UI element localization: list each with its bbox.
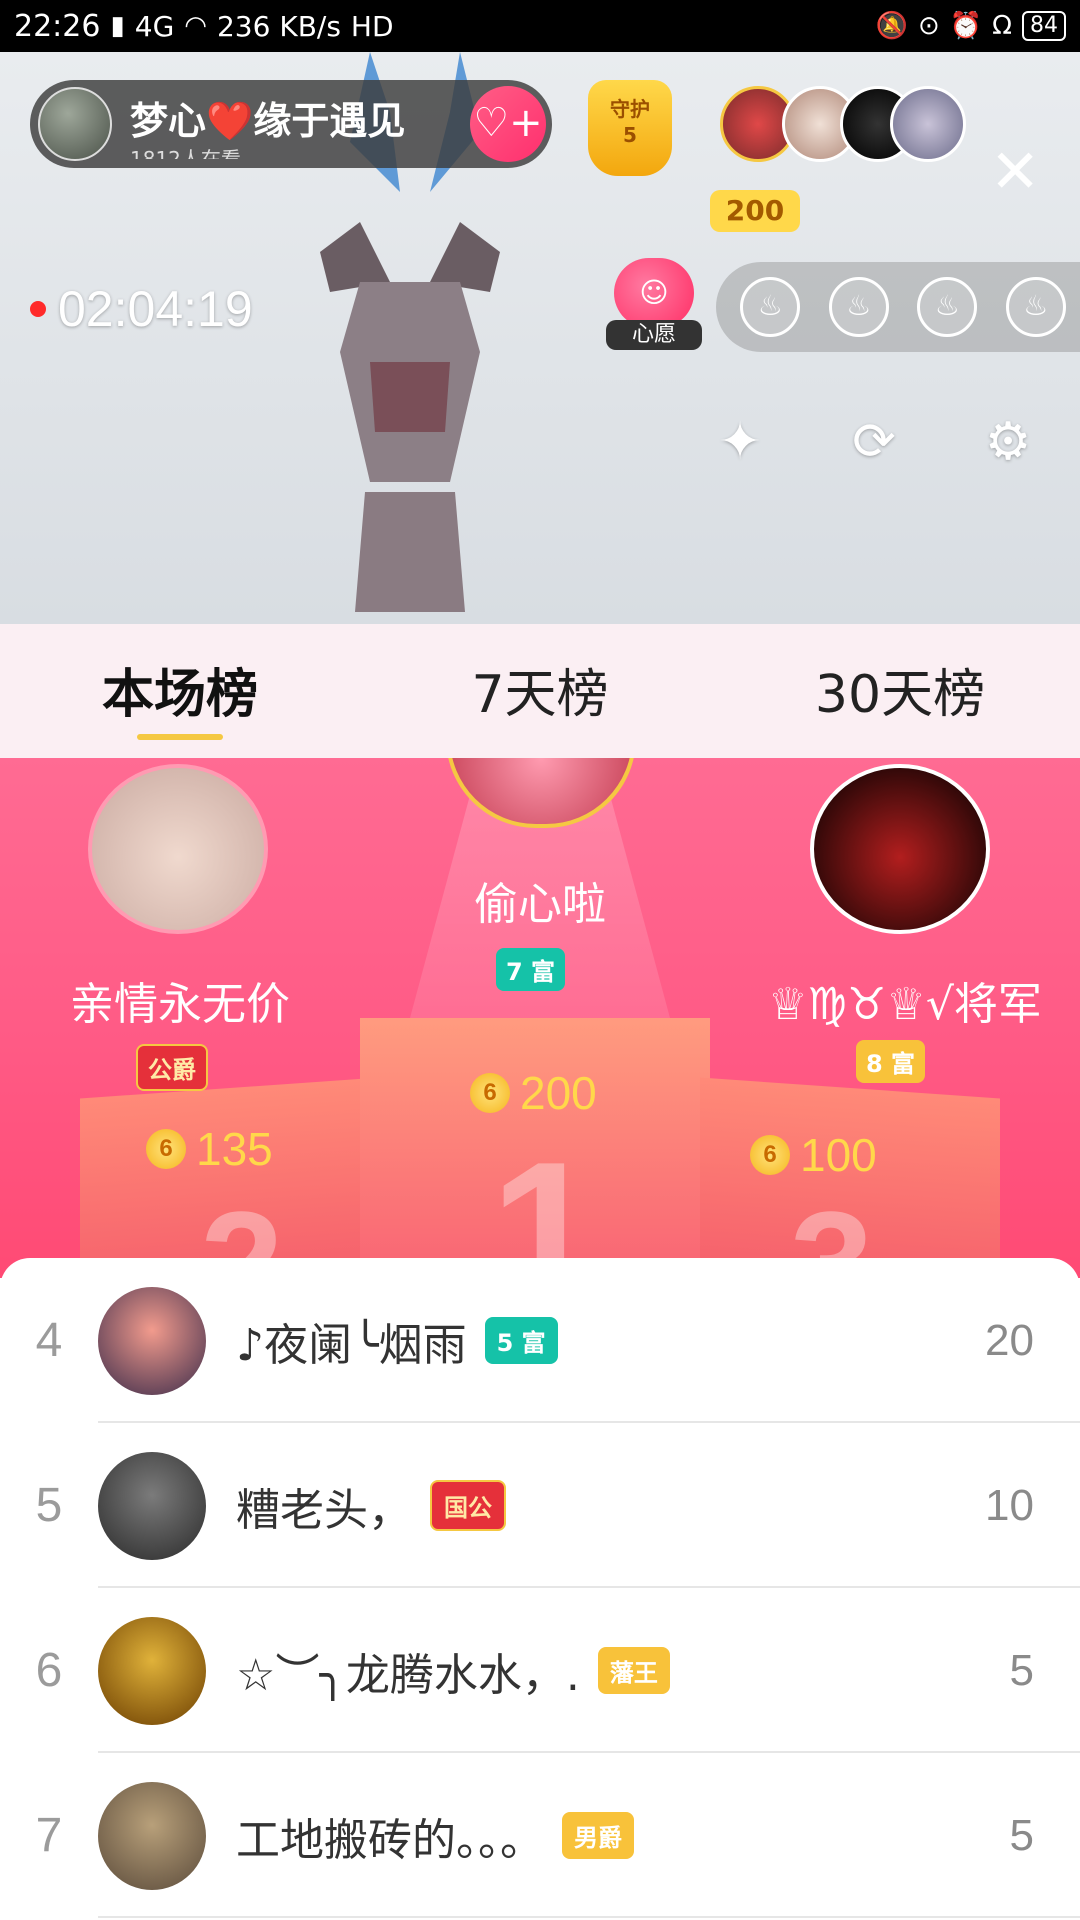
wish-button[interactable]: ☺ 心愿 <box>606 258 702 354</box>
heart-icon: ☺ <box>614 258 694 328</box>
user-avatar[interactable] <box>98 1451 206 1560</box>
viewer-count: 1812人在看 <box>130 146 241 159</box>
wish-label: 心愿 <box>606 320 702 350</box>
rank-number: 4 <box>35 1314 63 1367</box>
rank-number: 5 <box>35 1479 63 1532</box>
rank-number: 7 <box>35 1809 63 1862</box>
coin-icon: 6 <box>470 1073 510 1113</box>
podium-name-second: 亲情永无价 <box>70 979 290 1030</box>
host-info-pill[interactable]: 梦心❤️缘于遇见 1812人在看 ♡+ <box>30 80 552 168</box>
hd-icon: HD <box>350 9 394 43</box>
podium-tag-second: 公爵 <box>136 1044 208 1091</box>
user-name: ☆︶╮龙腾水水，. <box>236 1649 580 1701</box>
contribution-score: 10 <box>985 1480 1034 1530</box>
podium-avatar-second[interactable] <box>88 764 268 934</box>
guard-badge[interactable]: 守护 5 <box>588 80 672 176</box>
list-item[interactable]: 5 糟老头， 国公 10 <box>0 1423 1080 1588</box>
list-item[interactable]: 6 ☆︶╮龙腾水水，. 藩王 5 <box>0 1588 1080 1753</box>
ranking-list: 4 ♪夜阑╰烟雨 5 富 20 5 糟老头， 国公 10 6 ☆︶╮龙腾水水，.… <box>0 1258 1080 1920</box>
host-name: 梦心❤️缘于遇见 <box>130 98 406 143</box>
viewer-avatar[interactable] <box>890 86 966 162</box>
podium-rank-first: 1 <box>490 1121 602 1278</box>
tab-active-underline <box>137 734 223 740</box>
user-name: 工地搬砖的。。。 <box>236 1814 544 1866</box>
sofa-seat-icon[interactable]: ♨ <box>828 277 889 337</box>
signal-icon: ▮ <box>110 11 125 41</box>
podium-avatar-third[interactable] <box>810 764 990 934</box>
podium-name-first: 偷心啦 <box>474 879 606 930</box>
podium-name-third: ♕♍♉♕√将军 <box>768 979 1042 1030</box>
headphones-icon: Ω <box>992 11 1012 41</box>
guard-count: 5 <box>623 123 637 147</box>
live-timer: 02:04:19 <box>30 280 253 338</box>
tab-label: 7天榜 <box>471 665 609 725</box>
list-item[interactable]: 4 ♪夜阑╰烟雨 5 富 20 <box>0 1258 1080 1423</box>
rank-number: 6 <box>35 1644 63 1697</box>
beauty-wand-icon[interactable]: ✦ <box>700 402 780 482</box>
network-type: 4G <box>134 9 175 43</box>
sofa-seat-icon[interactable]: ♨ <box>917 277 978 337</box>
tab-30-days[interactable]: 30天榜 <box>720 624 1080 758</box>
list-item[interactable]: 7 工地搬砖的。。。 男爵 5 <box>0 1753 1080 1918</box>
host-avatar[interactable] <box>38 87 112 161</box>
live-video-area[interactable]: 梦心❤️缘于遇见 1812人在看 ♡+ 守护 5 200 ✕ 02:04:19 … <box>0 52 1080 624</box>
row-divider <box>98 1916 1080 1918</box>
battery-icon: 84 <box>1022 11 1066 41</box>
coin-amount: 100 <box>800 1129 877 1181</box>
podium-coins-third: 6 100 <box>750 1128 877 1182</box>
follow-button[interactable]: ♡+ <box>470 86 546 162</box>
switch-camera-icon[interactable]: ⟳ <box>834 402 914 482</box>
tab-label: 本场榜 <box>101 665 258 725</box>
user-name: ♪夜阑╰烟雨 <box>236 1319 467 1371</box>
settings-icon[interactable]: ⚙ <box>968 402 1048 482</box>
tab-this-session[interactable]: 本场榜 <box>0 624 360 758</box>
podium-tag-third: 8 富 <box>856 1040 926 1083</box>
viewer-avatar-list[interactable] <box>720 86 966 166</box>
user-avatar[interactable] <box>98 1616 206 1725</box>
coin-icon: 6 <box>750 1135 790 1175</box>
sofa-seat-icon[interactable]: ♨ <box>740 277 801 337</box>
podium-coins-first: 6 200 <box>470 1066 597 1120</box>
timer-text: 02:04:19 <box>58 281 253 337</box>
status-bar: 22:26 ▮ 4G ◠ 236 KB/s HD 🔕 ⊙ ⏰ Ω 84 <box>0 0 1080 52</box>
podium-coins-second: 6 135 <box>146 1122 273 1176</box>
noble-tag: 男爵 <box>562 1812 634 1859</box>
user-avatar[interactable] <box>98 1781 206 1890</box>
alarm-icon: ⏰ <box>949 11 983 41</box>
noble-tag: 国公 <box>430 1480 506 1531</box>
coin-amount: 200 <box>520 1067 597 1119</box>
tab-label: 30天榜 <box>814 665 986 725</box>
guard-label: 守护 <box>610 97 650 121</box>
ranking-tabs: 本场榜 7天榜 30天榜 <box>0 624 1080 758</box>
podium-top3: 2 1 3 亲情永无价 偷心啦 ♕♍♉♕√将军 公爵 7 富 8 富 6 135… <box>0 758 1080 1278</box>
contribution-score: 5 <box>1009 1810 1034 1860</box>
network-speed: 236 KB/s <box>216 9 341 43</box>
podium-tag-first: 7 富 <box>496 948 566 991</box>
contribution-score: 20 <box>985 1315 1034 1365</box>
noble-tag: 藩王 <box>597 1647 670 1694</box>
guard-crown-icon: 守护 5 <box>588 80 672 176</box>
wealth-tag: 5 富 <box>484 1317 558 1364</box>
recording-dot-icon <box>30 301 46 317</box>
coin-icon: 6 <box>146 1129 186 1169</box>
close-button[interactable]: ✕ <box>990 142 1040 202</box>
user-avatar[interactable] <box>98 1286 206 1395</box>
wifi-icon: ◠ <box>184 11 207 41</box>
lock-icon: ⊙ <box>917 11 940 41</box>
top-gift-count: 200 <box>710 190 800 232</box>
tab-7-days[interactable]: 7天榜 <box>360 624 720 758</box>
user-name: 糟老头， <box>236 1484 412 1536</box>
status-time: 22:26 <box>14 8 101 44</box>
coin-amount: 135 <box>196 1123 273 1175</box>
sofa-seat-icon[interactable]: ♨ <box>1005 277 1066 337</box>
contribution-score: 5 <box>1009 1645 1034 1695</box>
mute-icon: 🔕 <box>875 11 908 41</box>
seat-row: ♨ ♨ ♨ ♨ <box>716 262 1080 352</box>
